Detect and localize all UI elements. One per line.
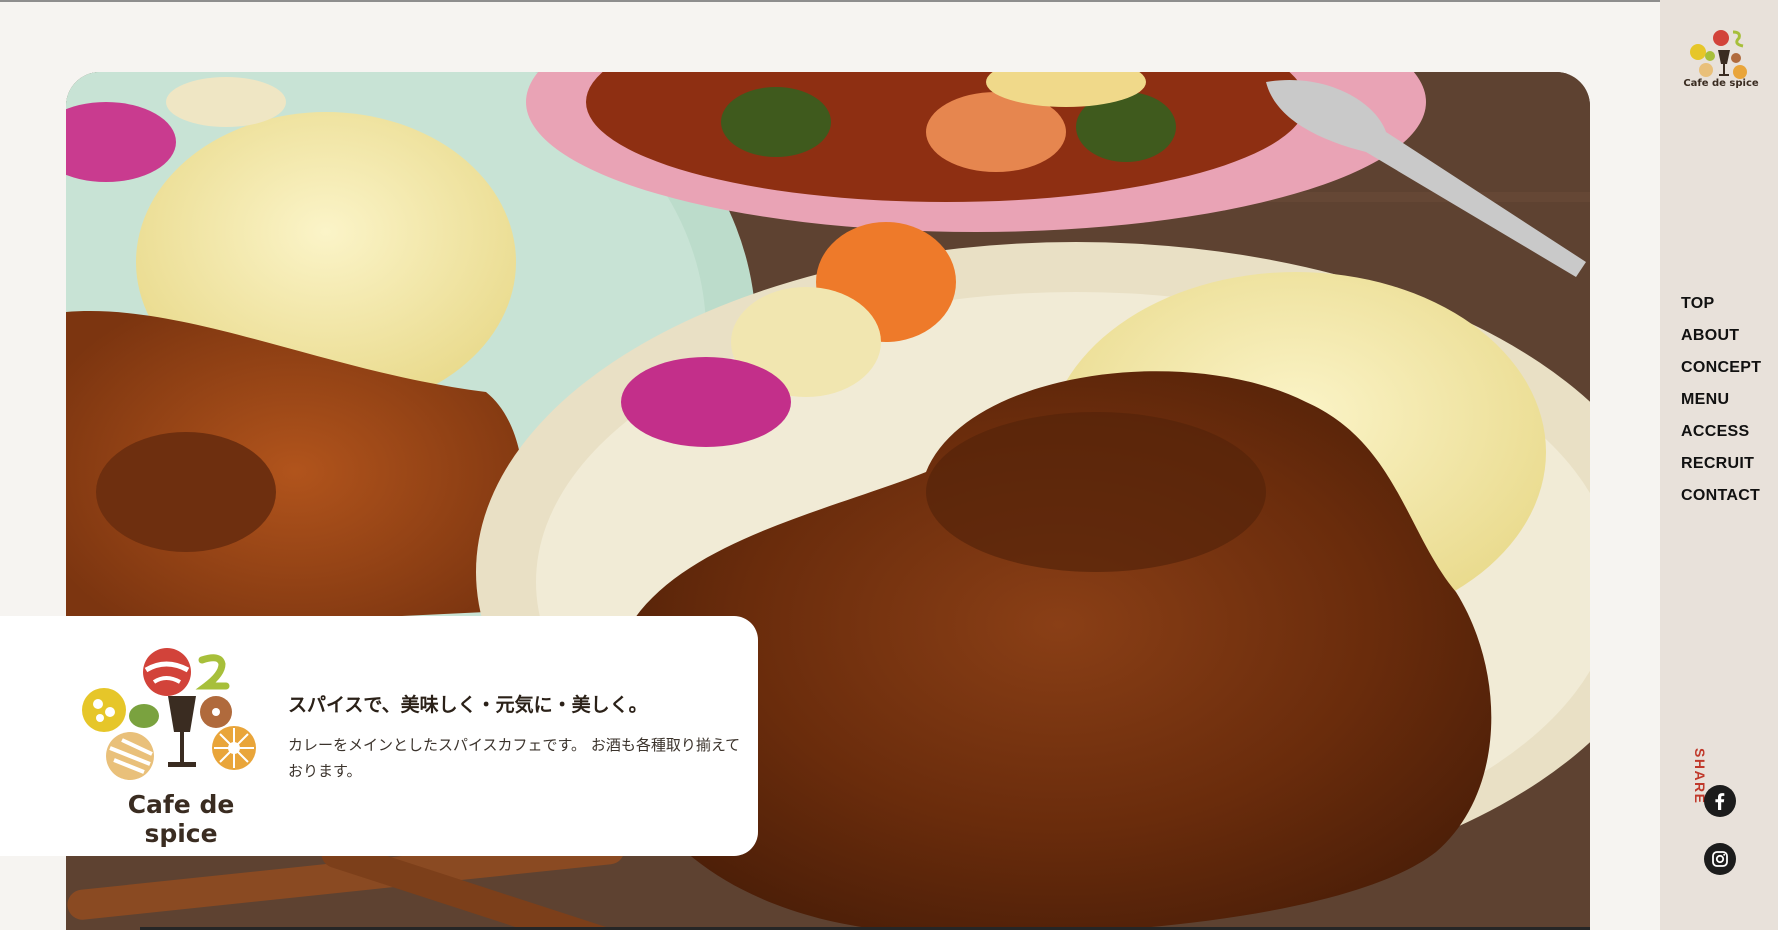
- nav-item-menu[interactable]: MENU: [1681, 388, 1761, 420]
- instagram-icon: [1712, 851, 1728, 867]
- nav-item-about[interactable]: ABOUT: [1681, 324, 1761, 356]
- top-divider: [0, 0, 1660, 2]
- intro-description: カレーをメインとしたスパイスカフェです。 お酒も各種取り揃えております。: [288, 736, 741, 780]
- facebook-button[interactable]: [1704, 785, 1736, 817]
- brand-name: Cafe de spice: [1683, 78, 1759, 89]
- nav-item-access[interactable]: ACCESS: [1681, 420, 1761, 452]
- intro-title: スパイスで、美味しく・元気に・美しく。: [288, 694, 648, 716]
- main-menu: TOP ABOUT CONCEPT MENU ACCESS RECRUIT CO…: [1681, 292, 1761, 516]
- brand-wordmark: Cafe de spice: [127, 790, 235, 848]
- nav-item-top[interactable]: TOP: [1681, 292, 1761, 324]
- nav-item-contact[interactable]: CONTACT: [1681, 484, 1761, 516]
- nav-item-concept[interactable]: CONCEPT: [1681, 356, 1761, 388]
- instagram-button[interactable]: [1704, 843, 1736, 875]
- facebook-icon: [1715, 793, 1725, 810]
- intro-card: Cafe de spice スパイスで、美味しく・元気に・美しく。 カレーをメイ…: [0, 616, 758, 856]
- brand-logo-large: [82, 644, 272, 794]
- nav-item-recruit[interactable]: RECRUIT: [1681, 452, 1761, 484]
